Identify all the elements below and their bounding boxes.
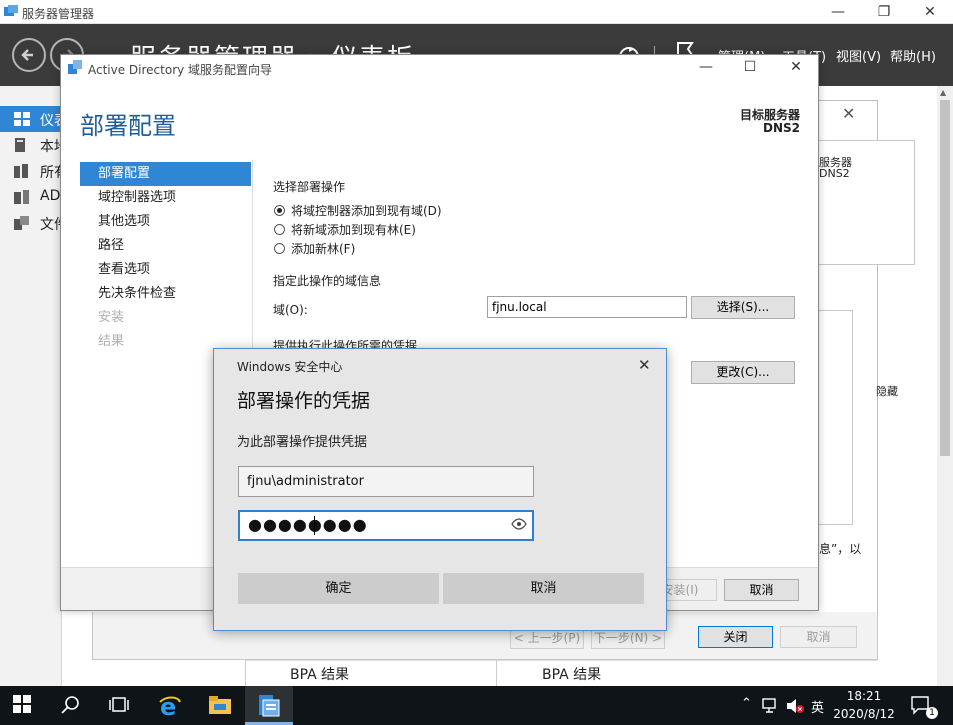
wizard-nav-review-options[interactable]: 查看选项 xyxy=(80,258,251,282)
wizard-heading: 部署配置 xyxy=(80,112,176,140)
wizard-nav-additional-options[interactable]: 其他选项 xyxy=(80,210,251,234)
sidebar-item-dashboard[interactable]: 仪表 xyxy=(0,106,68,132)
menu-view[interactable]: 视图(V) xyxy=(836,46,881,65)
back-arrow-icon xyxy=(21,49,33,61)
bpa-results-label: BPA 结果 xyxy=(290,667,350,683)
wizard-nav-paths[interactable]: 路径 xyxy=(80,234,251,258)
server-manager-taskbar-button[interactable] xyxy=(245,686,293,725)
sidebar-item-local-server[interactable]: 本地 xyxy=(0,132,68,158)
domain-info-label: 指定此操作的域信息 xyxy=(273,274,382,288)
window-title: 服务器管理器 xyxy=(22,7,95,21)
radio-label: 将域控制器添加到现有域(D) xyxy=(291,204,442,218)
change-credentials-button[interactable]: 更改(C)... xyxy=(691,361,795,384)
clock-time[interactable]: 18:21 xyxy=(838,689,890,703)
text-caret xyxy=(314,516,315,535)
divider xyxy=(245,660,246,686)
close-button[interactable]: ✕ xyxy=(907,0,953,24)
sidebar-item-all-servers[interactable]: 所有 xyxy=(0,158,68,184)
wizard-nav-prerequisites-check[interactable]: 先决条件检查 xyxy=(80,282,251,306)
radio-label: 添加新林(F) xyxy=(291,242,356,256)
cancel-wizard-button[interactable]: 取消 xyxy=(780,626,857,648)
search-icon xyxy=(61,696,79,714)
background-popup-text: DNS2 xyxy=(819,167,850,180)
divider xyxy=(496,660,497,686)
select-operation-label: 选择部署操作 xyxy=(273,180,346,194)
radio-add-domain-existing-forest[interactable]: 将新域添加到现有林(E) xyxy=(274,221,416,238)
wizard-maximize-button[interactable]: ☐ xyxy=(727,55,773,79)
server-manager-app-icon xyxy=(4,5,18,16)
network-icon[interactable] xyxy=(762,698,780,714)
radio-unselected-icon xyxy=(274,243,285,254)
file-explorer-icon xyxy=(209,696,231,714)
sidebar-item-ad-ds[interactable]: AD xyxy=(0,184,62,210)
server-manager-icon xyxy=(259,695,280,717)
back-button[interactable] xyxy=(12,38,46,72)
bpa-results-label: BPA 结果 xyxy=(542,667,602,683)
reveal-password-icon[interactable] xyxy=(511,518,527,530)
background-popup-panel xyxy=(818,310,853,525)
username-field[interactable]: fjnu\administrator xyxy=(238,466,534,497)
wizard-title: Active Directory 域服务配置向导 xyxy=(88,63,273,77)
clock-date[interactable]: 2020/8/12 xyxy=(830,707,898,721)
dashboard-icon xyxy=(14,112,30,126)
wizard-close-button[interactable]: ✕ xyxy=(773,55,819,79)
taskbar-search-button[interactable] xyxy=(48,686,96,725)
radio-unselected-icon xyxy=(274,224,285,235)
input-method-indicator[interactable]: 英 xyxy=(811,697,824,716)
restore-button[interactable]: ❐ xyxy=(861,0,907,24)
domain-field-label: 域(O): xyxy=(273,303,308,317)
start-button[interactable] xyxy=(0,686,48,725)
ok-button[interactable]: 确定 xyxy=(238,573,439,604)
security-dialog-subtitle: 为此部署操作提供凭据 xyxy=(237,435,368,450)
wizard-minimize-button[interactable]: — xyxy=(683,55,729,79)
background-popup-close-icon[interactable]: ✕ xyxy=(842,104,855,123)
scroll-up-icon[interactable]: ▲ xyxy=(940,88,946,97)
all-servers-icon xyxy=(14,164,28,178)
security-dialog-close-icon[interactable]: ✕ xyxy=(638,356,651,374)
domain-input[interactable]: fjnu.local xyxy=(487,296,687,318)
radio-label: 将新域添加到现有林(E) xyxy=(291,223,416,237)
password-field[interactable]: ●●●●●●●● xyxy=(238,510,534,541)
background-popup-text: 隐藏 xyxy=(876,385,898,398)
wizard-nav-deployment-configuration[interactable]: 部署配置 xyxy=(80,162,251,186)
wizard-cancel-button[interactable]: 取消 xyxy=(724,579,799,601)
security-dialog-title: Windows 安全中心 xyxy=(237,360,343,374)
server-manager-titlebar xyxy=(0,0,953,24)
task-view-icon xyxy=(109,697,129,712)
task-view-button[interactable] xyxy=(96,686,144,725)
cancel-button[interactable]: 取消 xyxy=(443,573,644,604)
file-explorer-button[interactable] xyxy=(196,686,244,725)
ie-icon: e xyxy=(159,694,181,718)
show-hidden-icons-icon[interactable]: ⌃ xyxy=(741,696,752,711)
minimize-button[interactable]: — xyxy=(815,0,861,24)
wizard-nav-dc-options[interactable]: 域控制器选项 xyxy=(80,186,251,210)
sidebar-item-label: AD xyxy=(40,188,61,204)
radio-selected-icon xyxy=(274,205,285,216)
ad-ds-icon xyxy=(14,190,29,204)
notification-count-badge: 1 xyxy=(926,707,938,719)
start-icon xyxy=(13,695,31,713)
radio-add-new-forest[interactable]: 添加新林(F) xyxy=(274,240,355,257)
file-services-icon xyxy=(14,216,29,230)
volume-muted-icon[interactable] xyxy=(786,698,804,714)
radio-add-dc-existing-domain[interactable]: 将域控制器添加到现有域(D) xyxy=(274,202,442,219)
ad-ds-wizard-icon xyxy=(68,60,82,74)
close-wizard-button[interactable]: 关闭 xyxy=(698,626,773,648)
scrollbar-thumb[interactable] xyxy=(940,100,950,456)
wizard-nav-installation: 安装 xyxy=(98,310,125,325)
target-server-value: DNS2 xyxy=(763,121,800,135)
select-domain-button[interactable]: 选择(S)... xyxy=(691,296,795,319)
local-server-icon xyxy=(15,138,25,152)
sidebar-item-file-services[interactable]: 文件 xyxy=(0,210,68,236)
menu-help[interactable]: 帮助(H) xyxy=(890,46,936,65)
security-dialog-heading: 部署操作的凭据 xyxy=(237,390,371,412)
internet-explorer-button[interactable]: e xyxy=(146,686,194,725)
background-popup-text: 息”，以 xyxy=(819,542,862,556)
